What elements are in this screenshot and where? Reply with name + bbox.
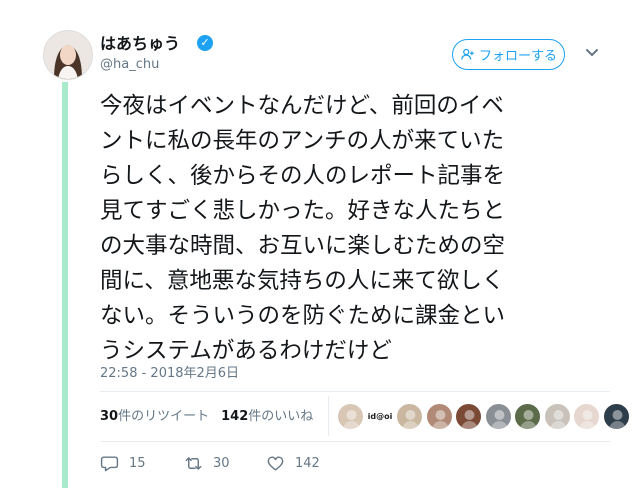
reply-icon bbox=[100, 456, 119, 472]
author-name[interactable]: はあちゅう bbox=[100, 30, 180, 54]
liker-avatar-4[interactable] bbox=[425, 403, 453, 430]
retweet-button[interactable]: 30 bbox=[184, 454, 266, 473]
reply-button[interactable]: 15 bbox=[100, 454, 184, 473]
liker-avatar-10[interactable] bbox=[602, 403, 630, 430]
author-handle[interactable]: @ha_chu bbox=[100, 57, 159, 72]
like-count-label: 件のいいね bbox=[248, 409, 314, 424]
tweet-stats: 30件のリツイート 142件のいいね bbox=[100, 405, 313, 424]
verified-badge-icon: ✓ bbox=[197, 35, 213, 51]
author-photo bbox=[44, 31, 92, 79]
retweet-count: 30 bbox=[100, 409, 119, 424]
retweet-count-label: 件のリツイート bbox=[118, 409, 210, 424]
follow-button-label: フォローする bbox=[478, 49, 557, 64]
reply-count: 15 bbox=[129, 456, 146, 471]
stats-separator bbox=[328, 396, 329, 436]
tweet-timestamp[interactable]: 22:58 - 2018年2月6日 bbox=[100, 362, 239, 381]
add-user-icon bbox=[461, 48, 474, 60]
tweet-actions: 15 30 142 bbox=[100, 454, 320, 473]
liker-avatar-9[interactable] bbox=[573, 403, 600, 430]
like-count-stat[interactable]: 142件のいいね bbox=[221, 405, 313, 424]
follow-button[interactable]: フォローする bbox=[452, 39, 565, 70]
retweet-count-stat[interactable]: 30件のリツイート bbox=[100, 405, 209, 424]
liker-avatar-3[interactable] bbox=[396, 403, 423, 430]
like-count: 142 bbox=[221, 409, 249, 424]
retweet-icon bbox=[185, 457, 202, 470]
thread-line bbox=[62, 82, 68, 488]
author-avatar[interactable] bbox=[43, 30, 93, 80]
liker-avatar-8[interactable] bbox=[543, 403, 571, 430]
liker-avatar-7[interactable] bbox=[514, 403, 541, 430]
retweet-action-count: 30 bbox=[213, 456, 230, 471]
like-button[interactable]: 142 bbox=[266, 454, 320, 473]
tweet-text: 今夜はイベントなんだけど、前回のイベ ントに私の長年のアンチの人が来ていた らし… bbox=[100, 93, 506, 364]
chevron-down-icon[interactable] bbox=[584, 44, 600, 60]
divider-top bbox=[100, 391, 610, 392]
heart-icon bbox=[267, 456, 284, 471]
liker-avatar-5[interactable] bbox=[455, 403, 482, 430]
divider-bottom bbox=[100, 441, 610, 442]
liker-avatar-2[interactable]: id@oi bbox=[366, 403, 394, 430]
like-action-count: 142 bbox=[295, 456, 320, 471]
liker-avatar-6[interactable] bbox=[484, 403, 512, 430]
liker-avatar-1[interactable] bbox=[337, 403, 364, 430]
